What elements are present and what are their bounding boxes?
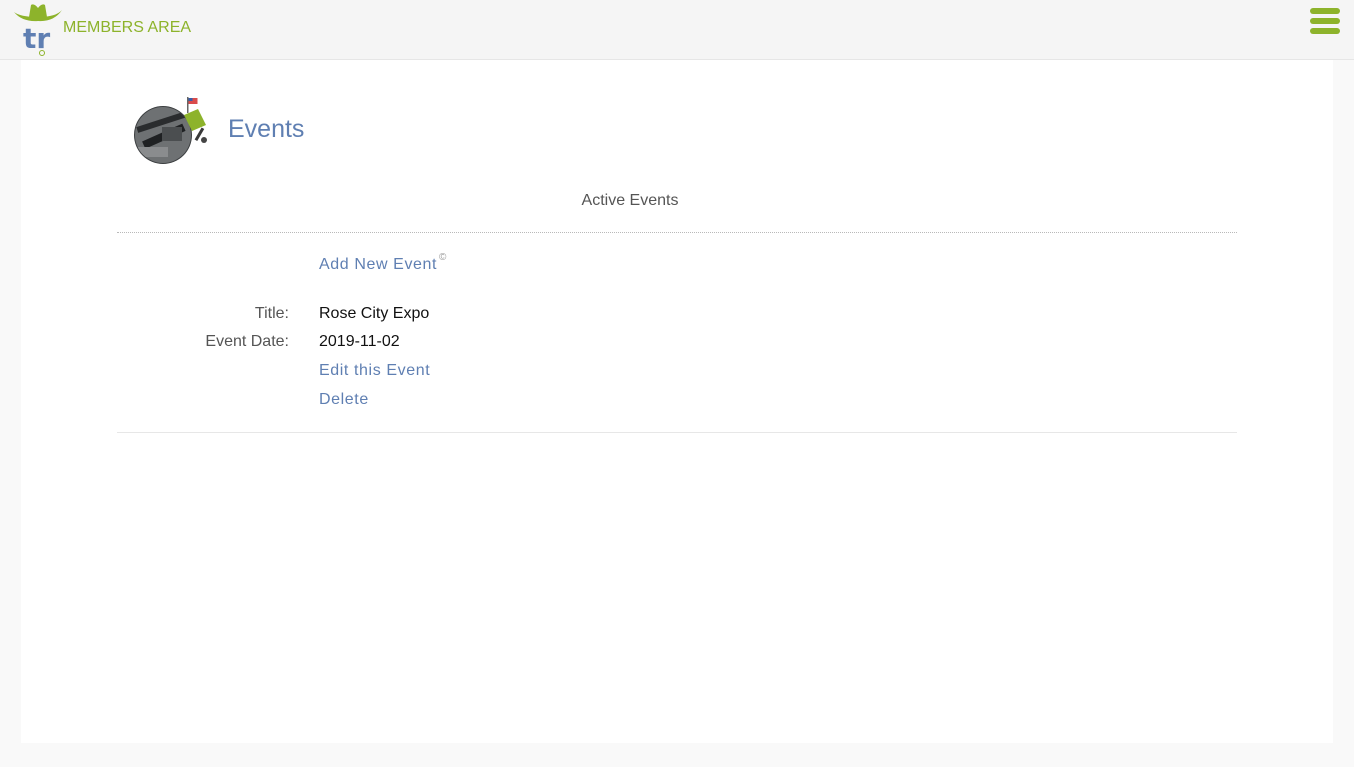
cowboy-hat-logo-icon[interactable]: tr (12, 2, 64, 58)
events-avatar-icon (134, 97, 207, 164)
add-new-event-link[interactable]: Add New Event (319, 256, 437, 274)
hamburger-menu-icon[interactable] (1310, 8, 1342, 40)
title-label: Title: (254, 305, 289, 322)
members-area-title[interactable]: MEMBERS AREA (63, 19, 191, 37)
event-date-label: Event Date: (205, 333, 289, 350)
delete-event-link[interactable]: Delete (319, 391, 369, 409)
page-title: Events (228, 115, 305, 143)
svg-text:tr: tr (23, 22, 50, 55)
main-content: Events Active Events Add New Event © Tit… (21, 60, 1333, 743)
title-value: Rose City Expo (319, 305, 430, 322)
event-date-value: 2019-11-02 (319, 333, 400, 350)
row-divider (117, 432, 1237, 433)
dotted-divider (117, 232, 1237, 233)
add-link-mark: © (439, 252, 447, 263)
section-heading: Active Events (581, 192, 679, 209)
top-navigation-bar: tr MEMBERS AREA (0, 0, 1354, 60)
edit-event-link[interactable]: Edit this Event (319, 362, 430, 380)
